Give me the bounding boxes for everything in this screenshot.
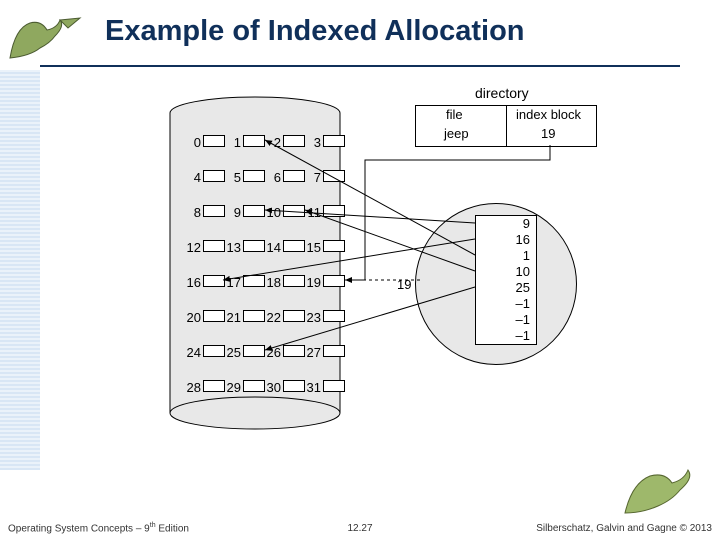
title-underline xyxy=(40,65,680,67)
arrows xyxy=(165,85,625,445)
dinosaur-logo-top xyxy=(5,8,85,63)
diagram: 0 1 2 3 4 5 6 7 8 9 10 11 12 13 14 15 16… xyxy=(165,85,625,465)
slide-title: Example of Indexed Allocation xyxy=(105,15,525,48)
footer-copyright: Silberschatz, Galvin and Gagne © 2013 xyxy=(536,523,712,534)
slide: Example of Indexed Allocation 0 1 2 3 4 … xyxy=(0,0,720,540)
dinosaur-logo-bottom xyxy=(620,458,710,518)
left-band xyxy=(0,70,40,470)
